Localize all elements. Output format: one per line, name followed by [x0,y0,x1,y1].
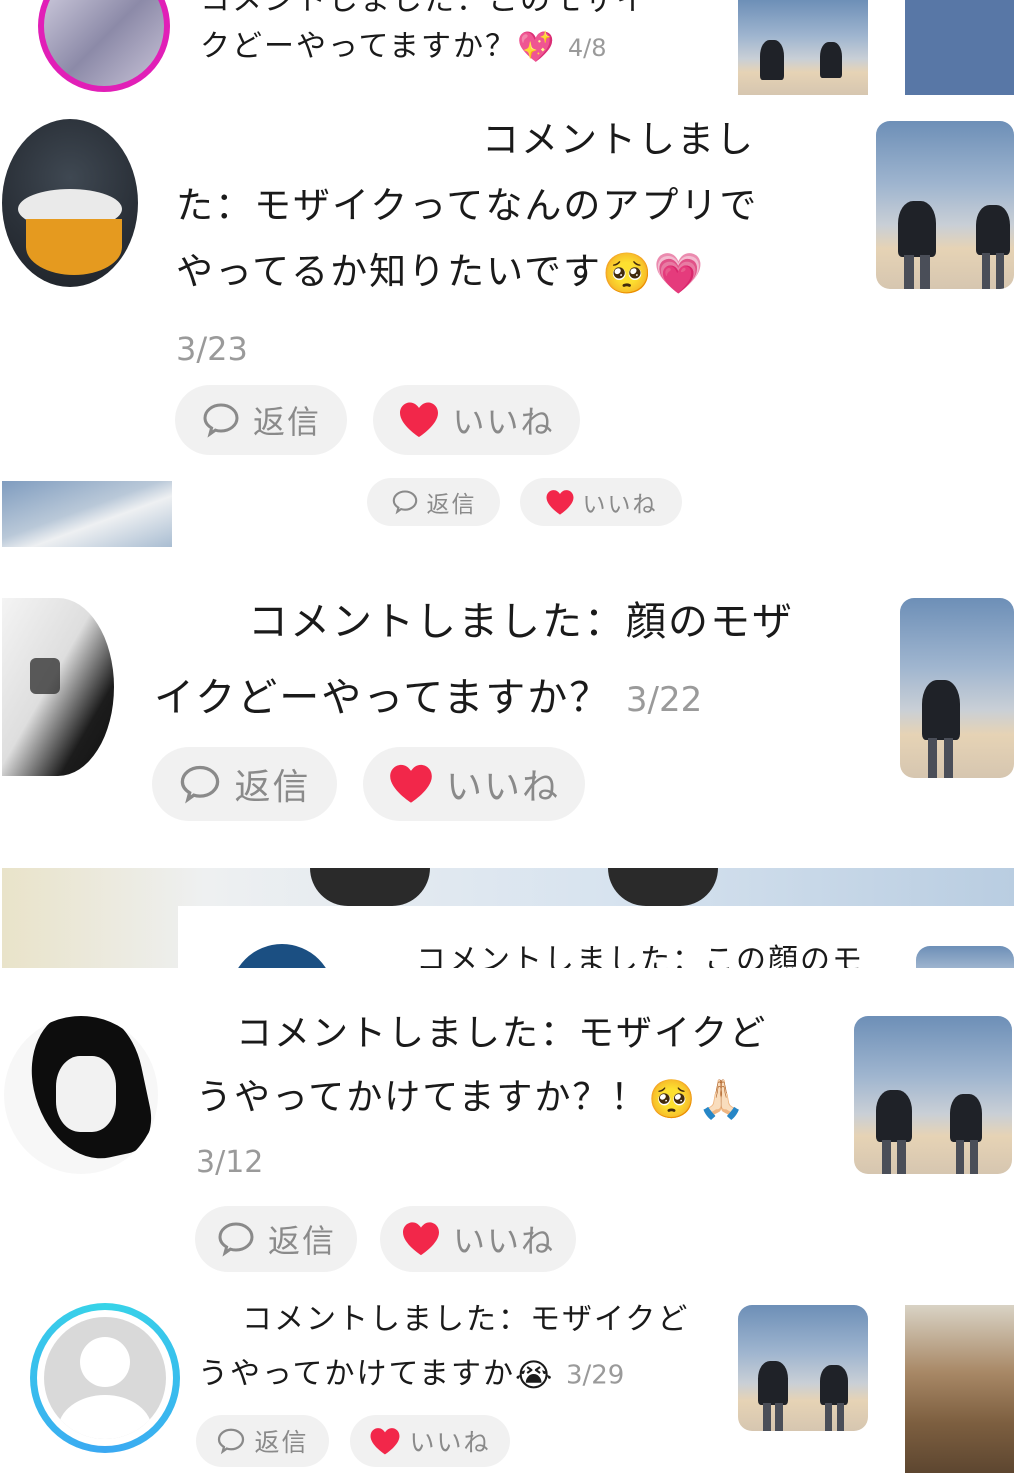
avatar[interactable] [4,1016,158,1174]
pleading-face-icon: 🥺🙏🏻 [648,1077,748,1121]
like-label: いいね [409,1428,491,1457]
speech-bubble-icon [218,1428,245,1455]
video-thumbnail[interactable] [876,121,1014,289]
heart-icon [546,489,573,515]
like-label: いいね [445,767,560,808]
like-button[interactable]: いいね [350,1415,510,1467]
reply-button[interactable]: 返信 [175,385,347,455]
comment-date: 3/22 [625,680,703,720]
reply-label: 返信 [426,492,477,518]
comment-text: コメントしました：この顔のモ [416,943,864,969]
comment-text: コメントしました：モザイクど うやってかけてますか😭 3/29 [198,1302,690,1394]
comment-text: コメントしまし た：モザイクってなんのアプリで やってるか知りたいです🥺💗 3/… [176,121,836,365]
reply-label: 返信 [254,1428,309,1457]
background-video-frame [2,481,172,547]
avatar[interactable] [38,0,170,92]
background-video-frame [905,1305,1014,1473]
heart-icon [390,764,432,803]
comment-text: コメントしました：モザイクど うやってかけてますか？！🥺🙏🏻 3/12 [196,1016,836,1178]
pleading-face-icon: 🥺💗 [602,250,706,297]
background-video-frame [905,0,1014,95]
like-button[interactable]: いいね [520,478,682,526]
crying-face-icon: 😭 [515,1356,555,1394]
like-label: いいね [452,403,555,441]
reply-button[interactable]: 返信 [152,747,337,821]
comment-strip-4: コメントしました：顔のモザ イクどーやってますか？ 3/22 返信 いいね [0,550,1014,868]
speech-bubble-icon [203,403,239,438]
comment-strip-2: コメントしまし た：モザイクってなんのアプリで やってるか知りたいです🥺💗 3/… [0,95,1014,475]
like-button[interactable]: いいね [380,1206,576,1272]
avatar[interactable] [2,119,138,287]
reply-label: 返信 [234,767,311,808]
comment-date: 3/29 [565,1360,625,1391]
comment-text: コメントしました：このモザイ クどーやってますか？💖 4/8 [200,0,648,65]
video-thumbnail[interactable] [916,946,1014,968]
sparkling-heart-icon: 💖 [517,29,557,65]
comment-date: 3/23 [176,330,248,368]
like-label: いいね [582,492,658,518]
comment-date: 3/12 [196,1145,264,1180]
heart-icon [400,402,439,437]
speech-bubble-icon [218,1222,254,1257]
comment-strip-6: コメントしました：モザイクど うやってかけてますか？！🥺🙏🏻 3/12 返信 い… [0,968,1014,1293]
reply-button[interactable]: 返信 [367,478,500,526]
like-button[interactable]: いいね [363,747,585,821]
avatar[interactable] [2,598,114,776]
heart-icon [371,1427,400,1454]
like-label: いいね [452,1222,555,1260]
heart-icon [402,1222,439,1256]
video-thumbnail[interactable] [738,0,868,95]
speech-bubble-icon [181,765,220,804]
like-button[interactable]: いいね [373,385,580,455]
comment-text: コメントしました：顔のモザ イクどーやってますか？ 3/22 [154,599,794,721]
reply-label: 返信 [252,403,321,441]
video-thumbnail[interactable] [738,1305,868,1431]
comment-strip-1: コメントしました：このモザイ クどーやってますか？💖 4/8 [0,0,1014,95]
comment-strip-5: コメントしました：この顔のモ [0,868,1014,968]
reply-button[interactable]: 返信 [196,1415,329,1467]
comment-strip-7: コメントしました：モザイクど うやってかけてますか😭 3/29 返信 いいね [0,1293,1014,1473]
reply-button[interactable]: 返信 [195,1206,357,1272]
avatar[interactable] [30,1303,180,1453]
avatar[interactable] [230,944,334,968]
comment-date: 4/8 [567,34,607,62]
speech-bubble-icon [392,490,417,515]
reply-label: 返信 [267,1222,336,1260]
comment-strip-3: 返信 いいね [0,475,1014,550]
video-thumbnail[interactable] [854,1016,1012,1174]
video-thumbnail[interactable] [900,598,1014,778]
